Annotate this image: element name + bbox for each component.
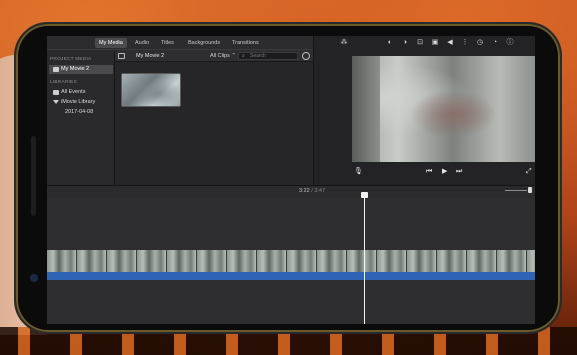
search-input[interactable]: ⌕ Search: [238, 52, 298, 60]
playhead-handle[interactable]: [361, 192, 368, 198]
tab-transitions[interactable]: Transitions: [228, 38, 263, 48]
sidebar-item-all-events[interactable]: All Events: [49, 88, 113, 97]
clip-filter-label: All Clips: [210, 53, 230, 59]
libraries-heading: LIBRARIES: [50, 80, 77, 85]
chevron-updown-icon: ⌃: [231, 53, 237, 59]
volume-icon[interactable]: ◀: [446, 39, 454, 47]
play-icon[interactable]: ▶: [442, 168, 447, 176]
sidebar-item-event-date[interactable]: 2017-04-08: [49, 108, 113, 117]
disclosure-triangle-icon[interactable]: [53, 100, 59, 104]
settings-icon[interactable]: [302, 52, 310, 60]
playhead[interactable]: [364, 194, 365, 324]
sidebar-item-my-movie[interactable]: My Movie 2: [49, 65, 113, 74]
timeline: 3:22 / 3:47: [47, 185, 535, 324]
color-balance-icon[interactable]: ◐: [386, 39, 394, 47]
timeline-track-area[interactable]: [47, 198, 535, 324]
audio-track[interactable]: [47, 272, 535, 280]
viewer-frame-content: [352, 56, 380, 162]
browser-title: My Movie 2: [136, 53, 165, 59]
filter-icon[interactable]: ◔: [491, 39, 499, 47]
skip-back-icon[interactable]: ⏮: [426, 168, 432, 176]
clip-thumbnail[interactable]: [121, 73, 181, 107]
imovie-screen: My Media Audio Titles Backgrounds Transi…: [47, 36, 535, 324]
current-time: 3:22: [299, 188, 310, 194]
fullscreen-icon[interactable]: ⤢: [526, 168, 532, 176]
timeline-zoom-slider[interactable]: [505, 190, 527, 191]
info-icon[interactable]: ⓘ: [506, 39, 514, 47]
film-icon: [53, 67, 59, 72]
stabilization-icon[interactable]: ▣: [431, 39, 439, 47]
browser-header: My Movie 2 All Clips ⌃ ⌕ Search: [115, 50, 313, 62]
tab-titles[interactable]: Titles: [157, 38, 178, 48]
crop-icon[interactable]: ⊡: [416, 39, 424, 47]
total-time: 3:47: [314, 188, 326, 194]
tab-backgrounds[interactable]: Backgrounds: [184, 38, 224, 48]
search-icon: ⌕: [242, 53, 245, 59]
video-clip[interactable]: [47, 250, 535, 272]
color-correction-icon[interactable]: ◑: [401, 39, 409, 47]
phone-camera: [30, 274, 38, 282]
viewer-panel: ⁂ ◐ ◑ ⊡ ▣ ◀ ⋮ ◷ ◔ ⓘ 🎙 ⏮ ▶ ⏭ ⤢: [313, 36, 535, 185]
skip-forward-icon[interactable]: ⏭: [456, 168, 462, 176]
media-browser: My Movie 2 All Clips ⌃ ⌕ Search: [115, 50, 313, 185]
sidebar-toggle-icon[interactable]: [118, 53, 125, 59]
search-placeholder: Search: [250, 53, 266, 59]
magic-wand-icon[interactable]: ⁂: [340, 39, 348, 47]
clip-filter-select[interactable]: All Clips ⌃: [210, 52, 236, 60]
microphone-icon[interactable]: 🎙: [354, 168, 363, 176]
tab-my-media[interactable]: My Media: [95, 38, 127, 48]
sidebar-item-label: All Events: [61, 89, 86, 95]
sidebar-item-label: iMovie Library: [61, 99, 96, 105]
project-media-heading: PROJECT MEDIA: [50, 57, 92, 62]
zoom-slider-knob[interactable]: [528, 187, 532, 193]
phone-speaker: [31, 136, 36, 216]
noise-reduction-icon[interactable]: ⋮: [461, 39, 469, 47]
time-separator: /: [311, 188, 313, 194]
sidebar-item-label: My Movie 2: [61, 66, 90, 72]
library-sidebar: PROJECT MEDIA My Movie 2 LIBRARIES All E…: [47, 50, 115, 185]
video-viewer[interactable]: [352, 56, 535, 162]
adjustment-toolbar: ⁂ ◐ ◑ ⊡ ▣ ◀ ⋮ ◷ ◔ ⓘ: [314, 36, 535, 50]
sidebar-item-imovie-library[interactable]: iMovie Library: [49, 98, 113, 107]
timecode-display: 3:22 / 3:47: [299, 188, 325, 194]
tab-audio[interactable]: Audio: [131, 38, 153, 48]
speed-icon[interactable]: ◷: [476, 39, 484, 47]
events-icon: [53, 90, 59, 95]
media-tab-bar: My Media Audio Titles Backgrounds Transi…: [47, 36, 313, 50]
